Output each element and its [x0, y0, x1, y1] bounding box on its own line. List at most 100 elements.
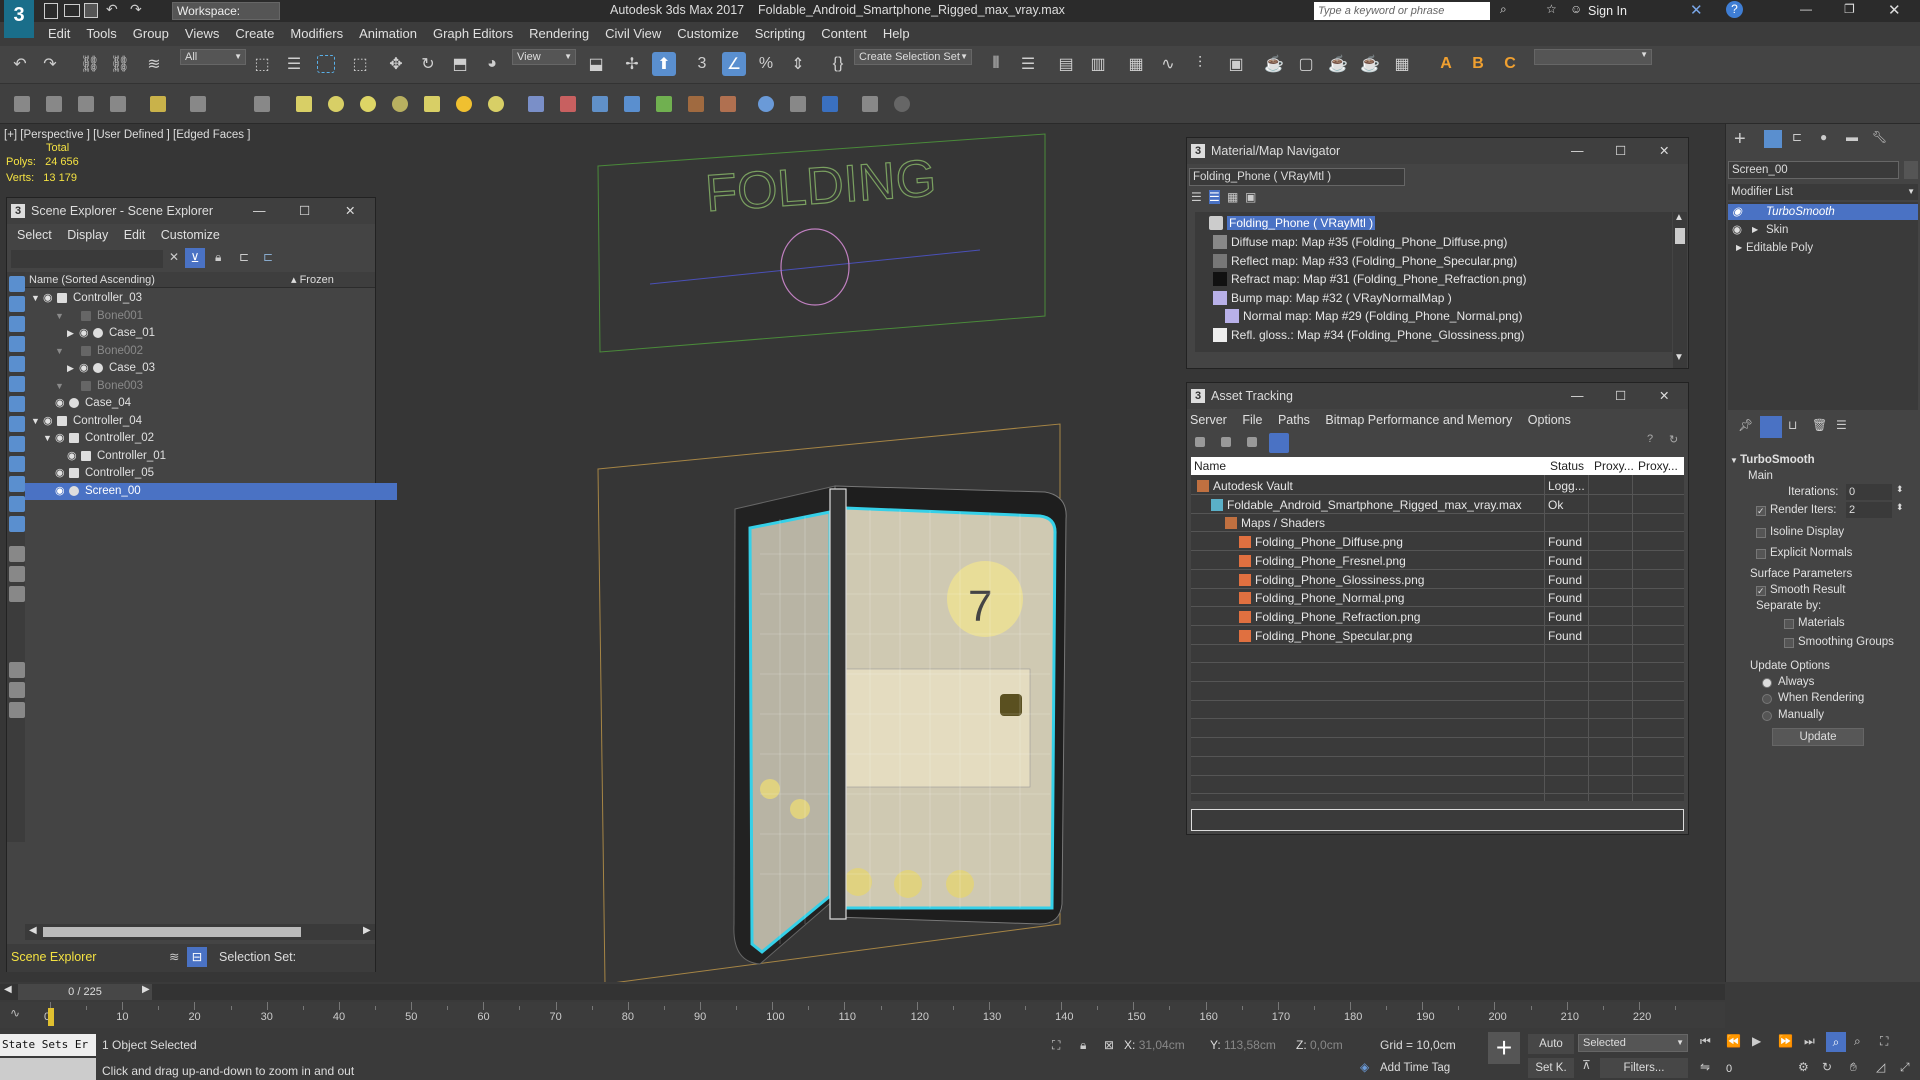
sphere-icon[interactable] — [360, 96, 376, 112]
minimize-icon[interactable]: — — [1800, 2, 1812, 16]
menu-graph-editors[interactable]: Graph Editors — [425, 22, 521, 46]
show-end-result-icon[interactable] — [1760, 416, 1782, 438]
always-radio[interactable] — [1762, 678, 1772, 688]
current-frame-field[interactable]: 0 — [1722, 1060, 1792, 1078]
expand-icon[interactable]: ▶ — [67, 325, 74, 343]
set-key-button[interactable]: Set K. — [1528, 1058, 1574, 1078]
display-xrefs-icon[interactable] — [9, 436, 25, 452]
display-containers-icon[interactable] — [9, 476, 25, 492]
expand-icon[interactable]: ▶ — [1752, 222, 1758, 238]
asset-tool-icon-1[interactable] — [1195, 437, 1205, 447]
materials-checkbox[interactable] — [1784, 619, 1794, 629]
toggle-scene-explorer-icon[interactable]: ▤ — [1054, 52, 1078, 76]
rendered-frame-icon[interactable]: ▢ — [1294, 52, 1318, 76]
clear-icon[interactable]: ✕ — [169, 250, 179, 264]
eye-icon[interactable]: ◉ — [55, 430, 65, 448]
select-object-icon[interactable]: ⬚ — [250, 52, 274, 76]
goto-end-icon[interactable]: ⏭ — [1804, 1034, 1815, 1049]
time-config-icon[interactable]: ⚙︎ — [1798, 1060, 1809, 1074]
display-none-icon[interactable] — [9, 566, 25, 582]
tree-row[interactable]: ▼ ◉ Controller_02 — [25, 430, 397, 448]
rotate-icon[interactable]: ↻ — [416, 52, 440, 76]
z-coord[interactable]: Z: 0,0cm — [1296, 1038, 1343, 1052]
filters-button[interactable]: Filters... — [1600, 1058, 1688, 1078]
layer-icon[interactable]: ⊏ — [263, 250, 273, 264]
binoculars-icon[interactable]: ⌕ — [1500, 2, 1507, 17]
unlink-icon[interactable]: ⛓ — [108, 52, 132, 76]
asset-row[interactable]: Foldable_Android_Smartphone_Rigged_max_v… — [1191, 496, 1684, 515]
scale-icon[interactable]: ⬒ — [448, 52, 472, 76]
schematic-view-icon[interactable]: ⫶ — [1188, 52, 1212, 76]
link-icon[interactable]: ⛓ — [78, 52, 102, 76]
layers-icon[interactable]: ≋ — [169, 949, 179, 964]
close-x-icon[interactable]: ✕ — [1690, 1, 1703, 19]
next-frame-icon[interactable]: ▶ — [142, 984, 150, 995]
selected-dropdown[interactable]: Selected ▼ — [1578, 1034, 1688, 1052]
listener-field[interactable]: State Sets Er — [0, 1034, 96, 1056]
selection-lock-icon[interactable]: 🔒︎ — [1080, 1038, 1086, 1053]
sign-in-link[interactable]: Sign In — [1588, 4, 1627, 18]
material-navigator-titlebar[interactable]: 3 Material/Map Navigator — ☐ ✕ — [1187, 138, 1688, 164]
refresh-icon[interactable]: ↻ — [1669, 433, 1678, 446]
prev-key-icon[interactable]: ⏪ — [1726, 1034, 1741, 1048]
cone-icon[interactable] — [424, 96, 440, 112]
render-production-icon[interactable]: ☕ — [1326, 52, 1350, 76]
modifier-list-dropdown[interactable]: Modifier List ▼ — [1728, 184, 1918, 200]
remove-modifier-icon[interactable]: 🗑︎ — [1812, 418, 1827, 432]
material-map-item[interactable]: Diffuse map: Map #35 (Folding_Phone_Diff… — [1199, 233, 1669, 252]
explorer-footer-label[interactable]: Scene Explorer — [11, 950, 96, 964]
workspace-dropdown[interactable]: Workspace: Default▼ — [172, 2, 280, 34]
goto-start-icon[interactable]: ⏮ — [1700, 1034, 1711, 1049]
close-icon[interactable]: ✕ — [1659, 383, 1669, 409]
asset-row[interactable]: Folding_Phone_Diffuse.png Found — [1191, 533, 1684, 552]
tool-icon-19[interactable] — [894, 96, 910, 112]
spinner-arrows-icon[interactable]: ⬍ — [1896, 484, 1904, 495]
display-lights-icon[interactable] — [9, 336, 25, 352]
empty-dropdown[interactable]: ▼ — [1534, 49, 1652, 65]
configure-sets-icon[interactable]: ☰ — [1836, 418, 1847, 432]
tree-row[interactable]: ◉ Screen_00 — [25, 482, 397, 500]
menu-edit[interactable]: Edit — [124, 228, 146, 242]
filter-icon[interactable]: ⊻ — [185, 248, 205, 268]
material-map-item[interactable]: Normal map: Map #29 (Folding_Phone_Norma… — [1199, 307, 1669, 326]
menu-civil-view[interactable]: Civil View — [597, 22, 669, 46]
asset-row[interactable]: Folding_Phone_Refraction.png Found — [1191, 608, 1684, 627]
create-tab-icon[interactable]: + — [1734, 128, 1746, 151]
tool-icon-10[interactable] — [592, 96, 608, 112]
reference-coord-dropdown[interactable]: View ▼ — [512, 49, 576, 65]
tree-row[interactable]: ▶ ◉ Case_01 — [25, 325, 397, 343]
minimize-icon[interactable]: — — [1571, 383, 1584, 409]
col-proxy-1[interactable]: Proxy... — [1594, 457, 1634, 475]
view-list-icon[interactable]: ☰ — [1191, 190, 1202, 204]
scroll-down-icon[interactable]: ▼ — [1674, 352, 1684, 363]
menu-content[interactable]: Content — [813, 22, 875, 46]
explorer-search-field[interactable] — [11, 250, 163, 268]
explicit-normals-checkbox[interactable] — [1756, 549, 1766, 559]
col-status[interactable]: Status — [1550, 457, 1584, 475]
expand-icon[interactable]: ▶ — [67, 360, 74, 378]
menu-select[interactable]: Select — [17, 228, 52, 242]
expand-icon[interactable]: ▼ — [55, 308, 64, 326]
pan-icon[interactable]: ✋︎ — [1850, 1060, 1857, 1075]
time-tag-icon[interactable]: ◈ — [1360, 1060, 1369, 1074]
layer-explorer-icon[interactable]: ▥ — [1086, 52, 1110, 76]
stack-item-skin[interactable]: ◉ ▶ Skin — [1728, 222, 1918, 238]
material-map-item[interactable]: Refract map: Map #31 (Folding_Phone_Refr… — [1199, 270, 1669, 289]
tree-row[interactable]: ▼ Bone003 — [25, 378, 397, 396]
hscroll-thumb[interactable] — [43, 927, 301, 937]
tree-row[interactable]: ▼ ◉ Controller_03 — [25, 290, 397, 308]
star-icon[interactable]: ☆ — [1546, 2, 1557, 16]
close-icon[interactable]: ✕ — [1659, 138, 1669, 164]
display-bones-icon[interactable] — [9, 456, 25, 472]
tool-icon-3[interactable] — [78, 96, 94, 112]
update-button[interactable]: Update — [1772, 728, 1864, 746]
selection-set-label[interactable]: Selection Set: — [219, 950, 296, 964]
asset-path-field[interactable] — [1191, 809, 1684, 831]
light-icon[interactable] — [456, 96, 472, 112]
keyboard-shortcut-icon[interactable]: ⬆ — [652, 52, 676, 76]
close-icon[interactable]: ✕ — [345, 198, 355, 224]
edit-named-sel-icon[interactable]: {} — [826, 52, 850, 76]
tree-row[interactable]: ◉ Controller_05 — [25, 465, 397, 483]
tool-icon-15[interactable] — [758, 96, 774, 112]
menu-views[interactable]: Views — [177, 22, 227, 46]
